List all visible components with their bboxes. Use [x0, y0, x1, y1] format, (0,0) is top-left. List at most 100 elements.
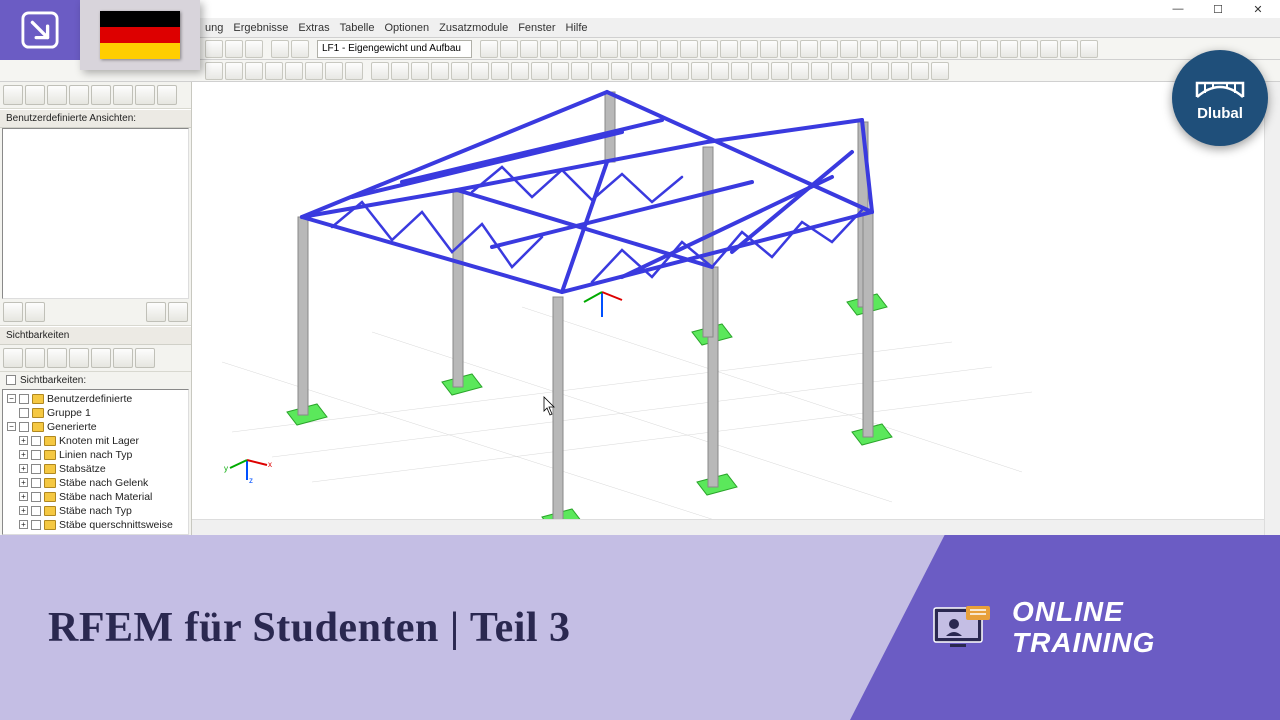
toolbar-button[interactable]: [820, 40, 838, 58]
toolbar-button[interactable]: [911, 62, 929, 80]
panel-button[interactable]: [168, 302, 188, 322]
toolbar-button[interactable]: [580, 40, 598, 58]
toolbar-button[interactable]: [285, 62, 303, 80]
toolbar-button[interactable]: [900, 40, 918, 58]
toolbar-button[interactable]: [871, 62, 889, 80]
panel-button[interactable]: [3, 348, 23, 368]
toolbar-button[interactable]: [391, 62, 409, 80]
load-case-dropdown[interactable]: LF1 - Eigengewicht und Aufbau: [317, 40, 472, 58]
toolbar-button[interactable]: [225, 62, 243, 80]
toolbar-button[interactable]: [1040, 40, 1058, 58]
model-viewport[interactable]: z x y: [192, 82, 1280, 535]
toolbar-button[interactable]: [800, 40, 818, 58]
toolbar-button[interactable]: [600, 40, 618, 58]
toolbar-button[interactable]: [245, 40, 263, 58]
checkbox-icon[interactable]: [31, 520, 41, 530]
toolbar-button[interactable]: [571, 62, 589, 80]
menu-item[interactable]: Ergebnisse: [233, 22, 288, 34]
panel-button[interactable]: [47, 85, 67, 105]
checkbox-icon[interactable]: [6, 375, 16, 385]
toolbar-button[interactable]: [651, 62, 669, 80]
visibility-tree[interactable]: −Benutzerdefinierte Gruppe 1 −Generierte…: [2, 389, 189, 535]
toolbar-button[interactable]: [720, 40, 738, 58]
toolbar-button[interactable]: [771, 62, 789, 80]
tree-item[interactable]: Gruppe 1: [7, 406, 184, 420]
toolbar-button[interactable]: [245, 62, 263, 80]
toolbar-button[interactable]: [671, 62, 689, 80]
toolbar-button[interactable]: [940, 40, 958, 58]
tree-item[interactable]: −Generierte: [7, 420, 184, 434]
checkbox-icon[interactable]: [19, 422, 29, 432]
tree-item[interactable]: +Stäbe nach Material: [7, 490, 184, 504]
panel-button[interactable]: [135, 85, 155, 105]
menu-item[interactable]: Optionen: [384, 22, 429, 34]
toolbar-button[interactable]: [531, 62, 549, 80]
panel-button[interactable]: [69, 85, 89, 105]
toolbar-button[interactable]: [611, 62, 629, 80]
menu-item[interactable]: Extras: [298, 22, 329, 34]
visibilities-checkbox-row[interactable]: Sichtbarkeiten:: [0, 372, 191, 389]
views-list[interactable]: [2, 128, 189, 299]
toolbar-button[interactable]: [811, 62, 829, 80]
toolbar-button[interactable]: [831, 62, 849, 80]
toolbar-button[interactable]: [1080, 40, 1098, 58]
panel-button[interactable]: [146, 302, 166, 322]
expand-icon[interactable]: +: [19, 464, 28, 473]
toolbar-button[interactable]: [840, 40, 858, 58]
toolbar-button[interactable]: [371, 62, 389, 80]
toolbar-button[interactable]: [520, 40, 538, 58]
toolbar-button[interactable]: [1000, 40, 1018, 58]
expand-icon[interactable]: +: [19, 520, 28, 529]
panel-button[interactable]: [3, 85, 23, 105]
tree-item[interactable]: +Linien nach Typ: [7, 448, 184, 462]
expand-icon[interactable]: +: [19, 436, 28, 445]
toolbar-button[interactable]: [960, 40, 978, 58]
toolbar-button[interactable]: [205, 40, 223, 58]
expand-icon[interactable]: +: [19, 492, 28, 501]
menu-item[interactable]: Fenster: [518, 22, 555, 34]
toolbar-button[interactable]: [225, 40, 243, 58]
menu-item[interactable]: Zusatzmodule: [439, 22, 508, 34]
expand-icon[interactable]: +: [19, 450, 28, 459]
checkbox-icon[interactable]: [31, 436, 41, 446]
toolbar-button[interactable]: [540, 40, 558, 58]
collapse-icon[interactable]: −: [7, 422, 16, 431]
toolbar-button[interactable]: [411, 62, 429, 80]
toolbar-button[interactable]: [751, 62, 769, 80]
panel-button[interactable]: [25, 85, 45, 105]
toolbar-button[interactable]: [265, 62, 283, 80]
toolbar-button[interactable]: [205, 62, 223, 80]
panel-button[interactable]: [91, 85, 111, 105]
scrollbar-vertical[interactable]: [1264, 82, 1280, 535]
toolbar-button[interactable]: [631, 62, 649, 80]
checkbox-icon[interactable]: [31, 450, 41, 460]
tree-item[interactable]: +Stäbe nach Gelenk: [7, 476, 184, 490]
menu-item[interactable]: Hilfe: [566, 22, 588, 34]
toolbar-button[interactable]: [931, 62, 949, 80]
window-close-button[interactable]: ✕: [1238, 0, 1278, 18]
tree-item[interactable]: +Stabsätze: [7, 462, 184, 476]
expand-icon[interactable]: +: [19, 478, 28, 487]
toolbar-button[interactable]: [451, 62, 469, 80]
checkbox-icon[interactable]: [19, 408, 29, 418]
toolbar-button[interactable]: [640, 40, 658, 58]
checkbox-icon[interactable]: [19, 394, 29, 404]
checkbox-icon[interactable]: [31, 506, 41, 516]
window-maximize-button[interactable]: ☐: [1198, 0, 1238, 18]
panel-button[interactable]: [25, 348, 45, 368]
tree-item[interactable]: +Stäbe querschnittsweise: [7, 518, 184, 532]
toolbar-button[interactable]: [880, 40, 898, 58]
scrollbar-horizontal[interactable]: [192, 519, 1264, 535]
toolbar-button[interactable]: [680, 40, 698, 58]
panel-button[interactable]: [113, 348, 133, 368]
toolbar-button[interactable]: [860, 40, 878, 58]
panel-button[interactable]: [3, 302, 23, 322]
toolbar-button[interactable]: [1020, 40, 1038, 58]
toolbar-button[interactable]: [471, 62, 489, 80]
toolbar-button[interactable]: [780, 40, 798, 58]
toolbar-button[interactable]: [700, 40, 718, 58]
collapse-icon[interactable]: −: [7, 394, 16, 403]
panel-button[interactable]: [91, 348, 111, 368]
checkbox-icon[interactable]: [31, 478, 41, 488]
toolbar-button[interactable]: [500, 40, 518, 58]
